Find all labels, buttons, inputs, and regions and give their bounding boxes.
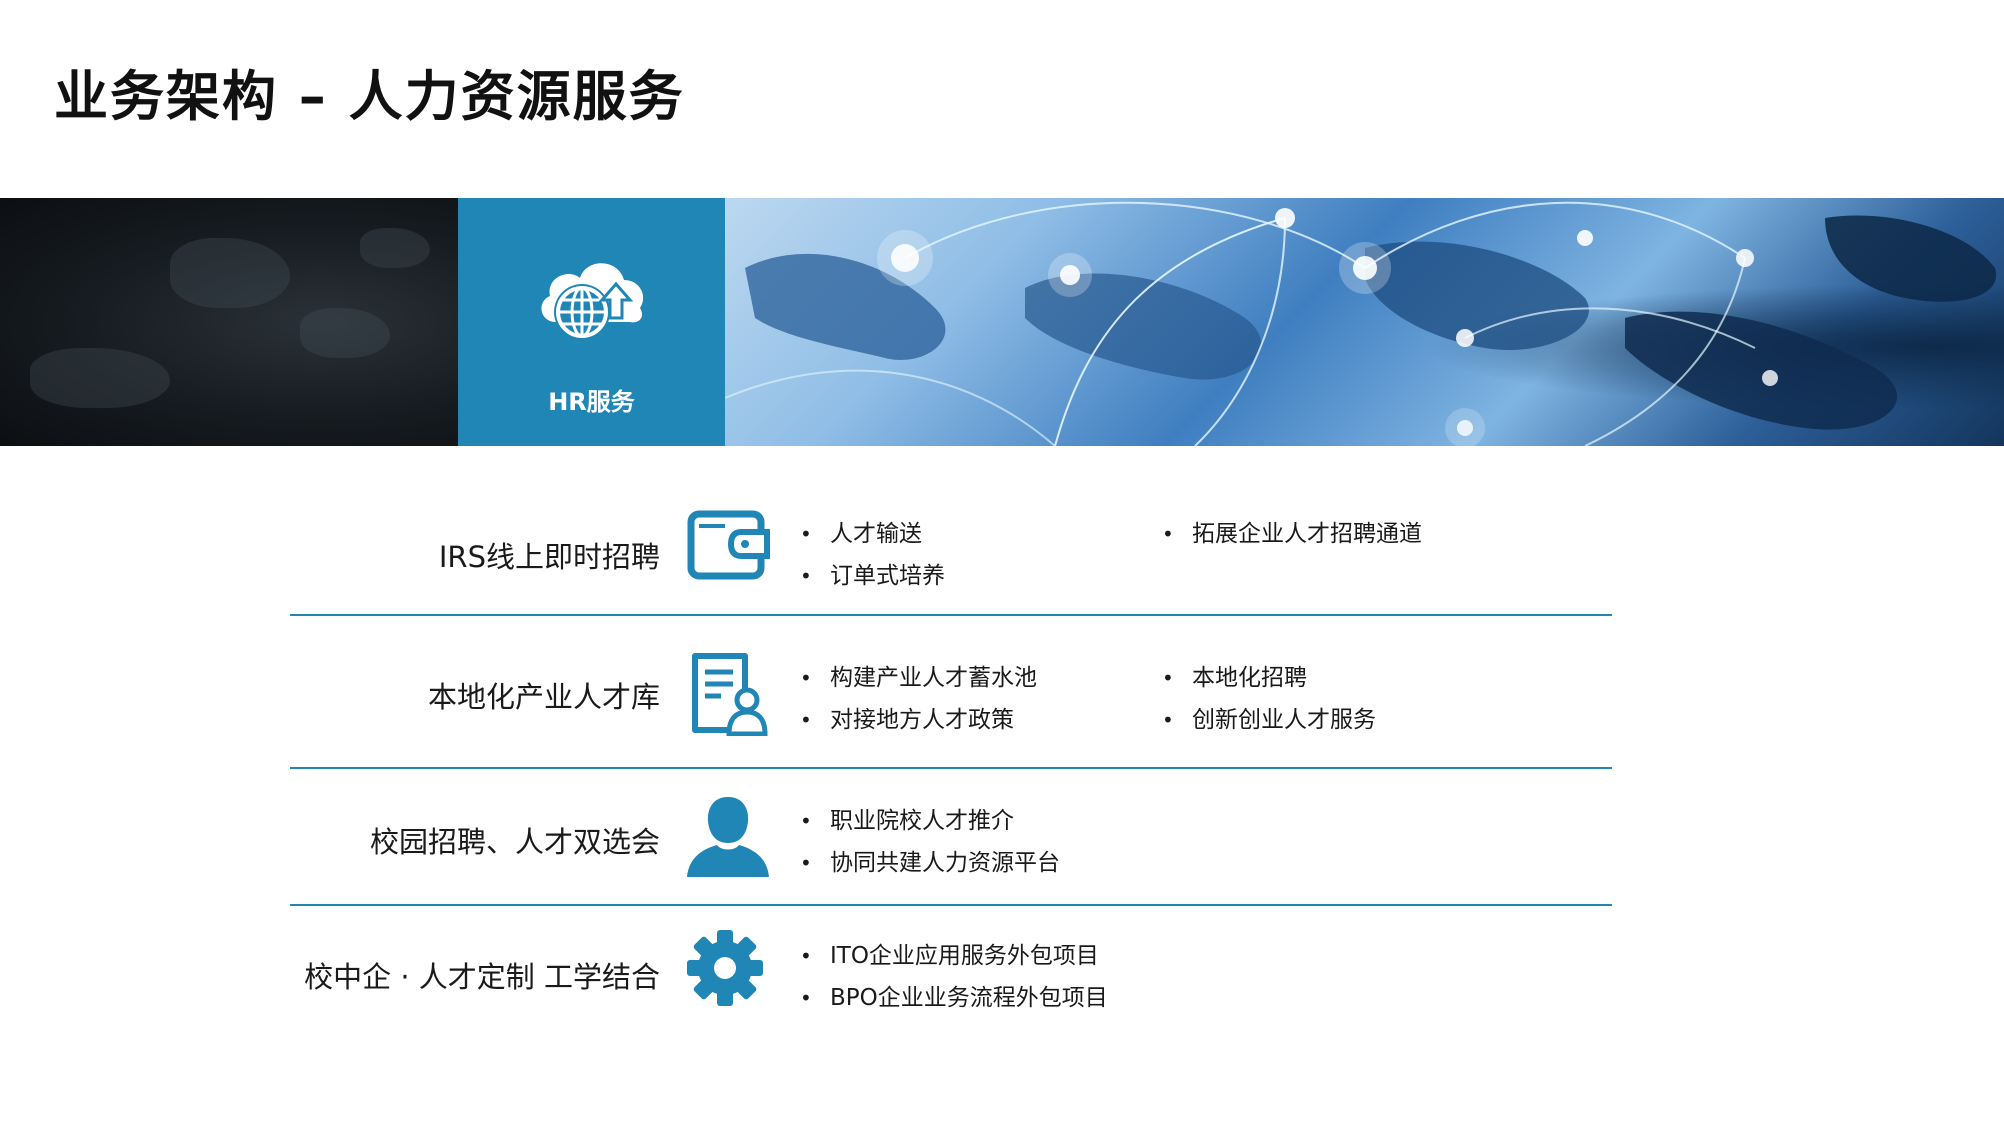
bullet-item: 拓展企业人才招聘通道	[1162, 514, 1422, 548]
bullet-item: ITO企业应用服务外包项目	[800, 936, 1099, 970]
banner: HR服务	[0, 198, 2004, 446]
resume-user-icon	[692, 653, 768, 736]
service-row-campus: 校园招聘、人才双选会 职业院校人才推介 协同共建人力资源平台	[290, 769, 1612, 905]
world-map-image	[725, 198, 2004, 446]
bullet-item: 职业院校人才推介	[800, 801, 1014, 835]
row-title: 校中企 · 人才定制 工学结合	[304, 960, 660, 994]
bullet-item: 创新创业人才服务	[1162, 700, 1376, 734]
service-row-irs: IRS线上即时招聘 人才输送 订单式培养 拓展企业人才招聘通道	[290, 470, 1612, 620]
row-title: 校园招聘、人才双选会	[369, 825, 660, 859]
bullet-item: 协同共建人力资源平台	[800, 843, 1060, 877]
person-icon	[687, 797, 769, 877]
hr-service-label: HR服务	[548, 388, 635, 416]
gear-icon	[687, 930, 763, 1006]
bullet-item: 本地化招聘	[1162, 658, 1307, 692]
banner-dark-panel	[0, 198, 458, 446]
service-row-talent-pool: 本地化产业人才库 构建产业人才蓄水池 对接地方人才政策 本地化招聘 创新创业人才…	[290, 616, 1612, 766]
bullet-item: 人才输送	[800, 514, 922, 548]
bullet-item: 订单式培养	[800, 556, 945, 590]
slide: 业务架构 – 人力资源服务 HR服务 IRS线上即时招聘 • 人才输送 • 订单…	[0, 0, 2004, 1127]
wallet-icon	[687, 510, 770, 580]
bullet-item: 对接地方人才政策	[800, 700, 1014, 734]
bullet-item: 构建产业人才蓄水池	[800, 658, 1037, 692]
row-title: IRS线上即时招聘	[438, 540, 660, 574]
bullet-item: BPO企业业务流程外包项目	[800, 978, 1108, 1012]
page-title: 业务架构 – 人力资源服务	[54, 65, 685, 128]
service-row-enterprise-in-school: 校中企 · 人才定制 工学结合 ITO企业应用服务外包项目 BPO企业业务流程外…	[290, 906, 1612, 1042]
row-title: 本地化产业人才库	[427, 680, 660, 714]
cloud-globe-upload-icon	[541, 263, 644, 340]
hr-service-tile[interactable]: HR服务	[458, 198, 725, 446]
